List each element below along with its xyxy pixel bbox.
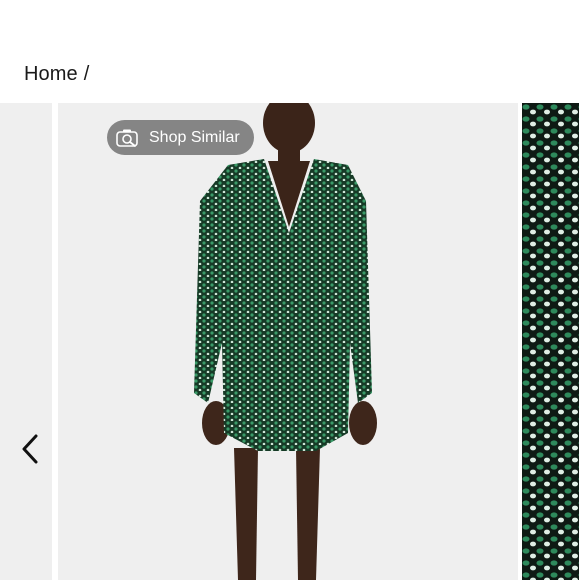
breadcrumb: Home / [24, 63, 89, 86]
breadcrumb-separator: / [83, 63, 90, 85]
shop-similar-label: Shop Similar [149, 128, 240, 146]
next-slide-image[interactable] [522, 103, 579, 580]
chevron-left-icon [22, 434, 38, 464]
camera-search-icon [116, 129, 138, 147]
previous-slide-image[interactable] [0, 103, 52, 580]
main-product-image[interactable]: Shop Similar [58, 103, 518, 580]
sequin-fabric-closeup [522, 103, 579, 580]
breadcrumb-home-link[interactable]: Home [24, 63, 78, 86]
model-in-green-sequin-dress [194, 103, 377, 580]
shop-similar-button[interactable]: Shop Similar [107, 120, 254, 155]
product-image-gallery: Shop Similar [0, 103, 579, 580]
gallery-prev-button[interactable] [16, 431, 44, 467]
